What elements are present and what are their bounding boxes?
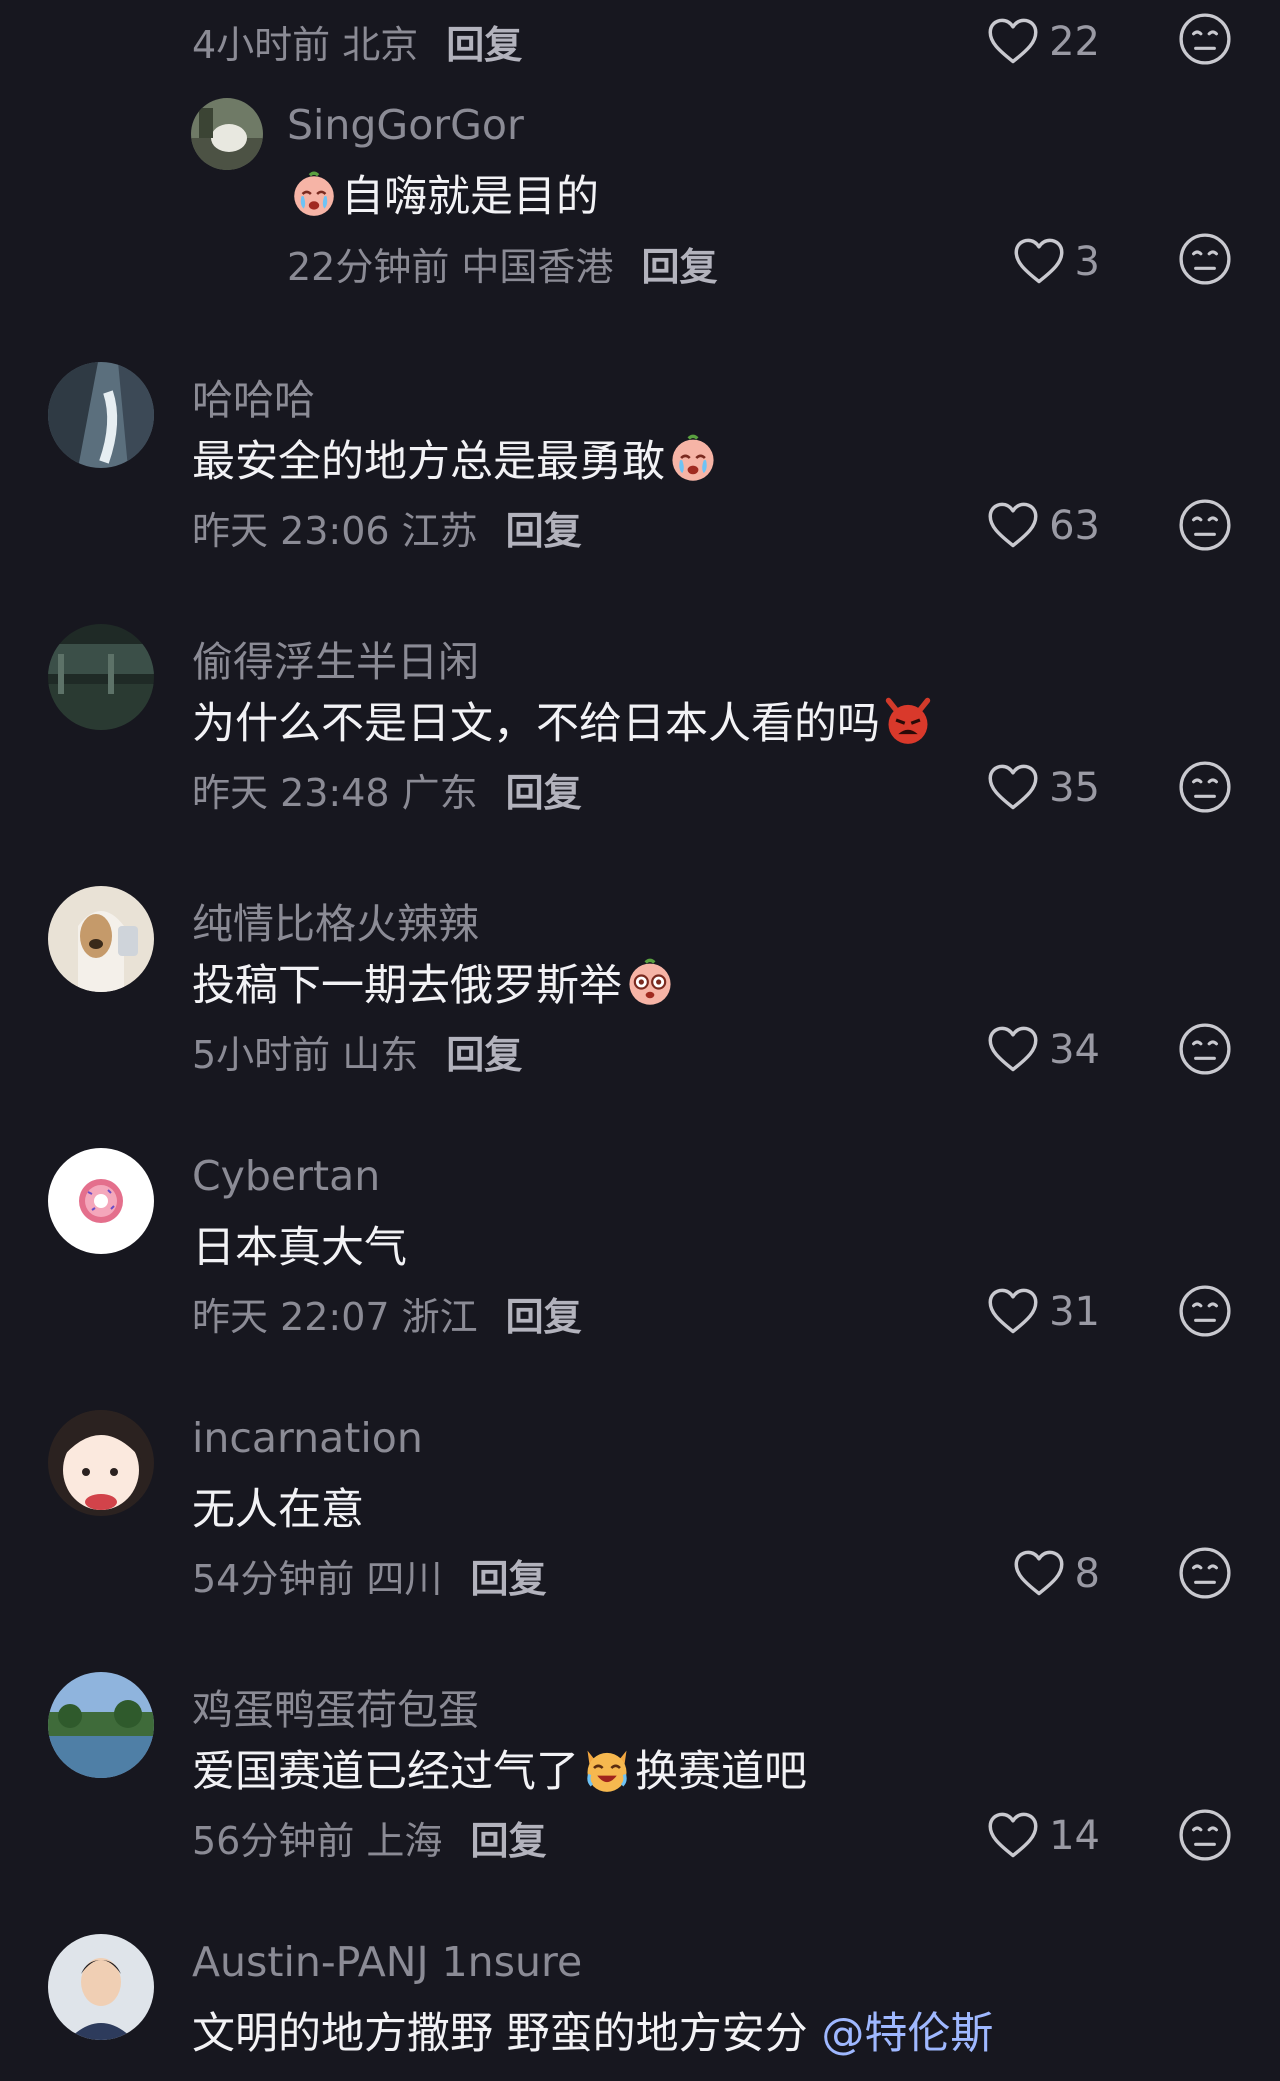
like-count: 63 [1049,503,1100,549]
like-button[interactable]: 31 [987,1286,1100,1338]
like-button[interactable]: 63 [987,500,1100,552]
commenter-name[interactable]: Cybertan [192,1152,380,1200]
comment-text: 爱国赛道已经过气了 换赛道吧 [192,1737,807,1799]
dislike-icon[interactable] [1178,760,1232,814]
dislike-icon[interactable] [1178,1022,1232,1076]
commenter-name[interactable]: incarnation [192,1414,423,1462]
comment-meta: 54分钟前 四川 回复 [192,1557,547,1601]
comment-text: 文明的地方撒野 野蛮的地方安分 @特伦斯 [192,2009,994,2059]
dislike-icon[interactable] [1178,232,1232,286]
angry-devil-icon [882,694,934,746]
avatar[interactable] [48,624,154,730]
comment-meta: 56分钟前 上海 回复 [192,1819,547,1863]
like-button[interactable]: 14 [987,1810,1100,1862]
commenter-name[interactable]: SingGorGor [287,101,524,149]
shocked-face-icon [624,956,676,1008]
like-count: 14 [1049,1813,1100,1859]
avatar[interactable] [48,886,154,992]
commenter-name[interactable]: 偷得浮生半日闲 [192,628,479,688]
comment-meta: 昨天 23:06 江苏 回复 [192,509,582,553]
like-count: 8 [1074,1551,1100,1597]
dislike-icon[interactable] [1178,1284,1232,1338]
reply-button[interactable]: 回复 [470,1557,546,1601]
avatar[interactable] [48,1934,154,2040]
heart-icon [1013,1548,1065,1600]
commenter-name[interactable]: 纯情比格火辣辣 [192,890,479,950]
like-count: 35 [1049,765,1100,811]
reply-button[interactable]: 回复 [506,1295,582,1339]
commenter-name[interactable]: 鸡蛋鸭蛋荷包蛋 [192,1676,479,1736]
comment-meta: 22分钟前 中国香港 回复 [287,245,718,289]
comment-text: 最安全的地方总是最勇敢 [192,427,721,489]
heart-icon [987,1810,1039,1862]
heart-icon [987,762,1039,814]
crying-face-icon [667,432,719,484]
avatar[interactable] [48,362,154,468]
like-button[interactable]: 3 [1013,236,1100,288]
dislike-icon[interactable] [1178,498,1232,552]
heart-icon [987,16,1039,68]
commenter-name[interactable]: 哈哈哈 [192,366,315,426]
comment-text: 为什么不是日文，不给日本人看的吗 [192,689,936,751]
avatar[interactable] [191,98,263,170]
heart-icon [987,500,1039,552]
dislike-icon[interactable] [1178,1808,1232,1862]
laughing-cat-icon [581,1742,633,1794]
like-button[interactable]: 34 [987,1024,1100,1076]
avatar[interactable] [48,1672,154,1778]
dislike-icon[interactable] [1178,12,1232,66]
commenter-name[interactable]: Austin-PANJ 1nsure [192,1938,582,1986]
dislike-icon[interactable] [1178,1546,1232,1600]
comment-meta: 4小时前 北京 回复 [192,23,523,67]
like-button[interactable]: 22 [987,16,1100,68]
reply-button[interactable]: 回复 [470,1819,546,1863]
heart-icon [987,1286,1039,1338]
like-count: 34 [1049,1027,1100,1073]
mention-link[interactable]: @特伦斯 [821,2009,993,2059]
heart-icon [1013,236,1065,288]
comment-text: 自嗨就是目的 [287,162,599,224]
like-count: 3 [1074,239,1100,285]
comment-meta: 5小时前 山东 回复 [192,1033,523,1077]
comment-meta: 昨天 23:48 广东 回复 [192,771,582,815]
comment-meta: 昨天 22:07 浙江 回复 [192,1295,582,1339]
avatar[interactable] [48,1148,154,1254]
crying-face-icon [289,169,339,219]
like-count: 31 [1049,1289,1100,1335]
reply-button[interactable]: 回复 [446,23,522,67]
reply-button[interactable]: 回复 [506,771,582,815]
reply-button[interactable]: 回复 [506,509,582,553]
like-count: 22 [1049,19,1100,65]
heart-icon [987,1024,1039,1076]
reply-button[interactable]: 回复 [446,1033,522,1077]
comment-text: 日本真大气 [192,1223,407,1273]
avatar[interactable] [48,1410,154,1516]
comment-text: 投稿下一期去俄罗斯举 [192,951,678,1013]
like-button[interactable]: 35 [987,762,1100,814]
reply-button[interactable]: 回复 [641,245,717,289]
comment-text: 无人在意 [192,1485,364,1535]
like-button[interactable]: 8 [1013,1548,1100,1600]
